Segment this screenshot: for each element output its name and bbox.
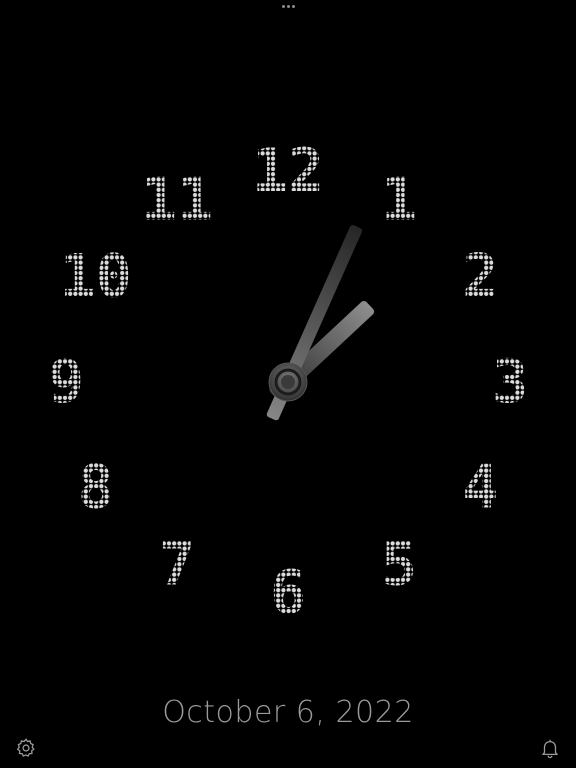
numeral-5: 5 [381, 530, 417, 600]
numeral-11: 11 [141, 164, 213, 234]
numeral-10: 10 [60, 242, 132, 312]
numeral-6: 6 [270, 558, 306, 628]
numeral-1: 1 [381, 164, 417, 234]
numeral-7: 7 [159, 530, 195, 600]
numeral-4: 4 [462, 452, 498, 522]
gear-icon[interactable] [15, 737, 37, 759]
numeral-3: 3 [492, 347, 528, 417]
clock-hub [268, 362, 308, 402]
analog-clock: 12 12 3 45 6 78 9 1011 [48, 136, 528, 628]
date-label: October 6, 2022 [162, 695, 414, 730]
numeral-2: 2 [462, 242, 498, 312]
numeral-9: 9 [48, 347, 84, 417]
bell-icon[interactable] [539, 737, 561, 759]
numeral-8: 8 [78, 453, 114, 523]
clock-hands [266, 225, 375, 421]
numeral-12: 12 [252, 136, 324, 206]
